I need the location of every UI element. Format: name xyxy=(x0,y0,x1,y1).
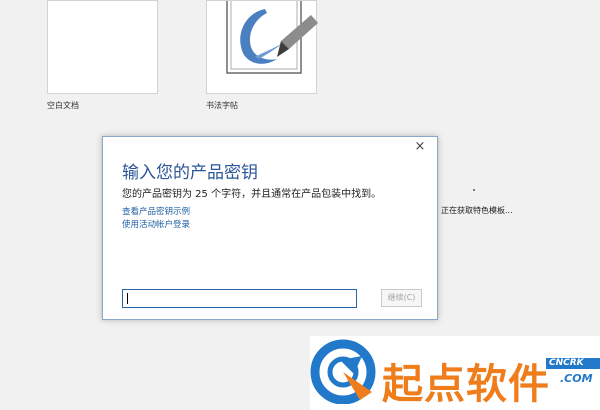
watermark-brand-bar: CNCRK xyxy=(546,358,600,369)
watermark-domain-suffix: .COM xyxy=(560,372,593,385)
watermark-brand-text: 起点软件 xyxy=(382,360,550,408)
dialog-description: 您的产品密钥为 25 个字符，并且通常在产品包装中找到。 xyxy=(122,189,382,200)
calligraphy-brush-icon xyxy=(226,1,318,74)
product-key-input[interactable] xyxy=(122,289,357,308)
template-calligraphy[interactable] xyxy=(206,0,318,94)
loading-status-text: 正在获取特色模板... xyxy=(441,206,513,215)
watermark: 起点软件 CNCRK .COM xyxy=(310,336,600,410)
close-button[interactable]: × xyxy=(413,140,427,154)
watermark-logo-icon xyxy=(310,339,376,404)
view-key-example-link[interactable]: 查看产品密钥示例 xyxy=(122,205,190,217)
dialog-title: 输入您的产品密钥 xyxy=(122,163,258,183)
sign-in-active-account-link[interactable]: 使用活动帐户登录 xyxy=(122,218,190,230)
text-caret xyxy=(127,293,128,304)
product-key-dialog: × 输入您的产品密钥 您的产品密钥为 25 个字符，并且通常在产品包装中找到。 … xyxy=(102,136,438,320)
template-blank-document[interactable] xyxy=(47,0,158,94)
loading-dot xyxy=(473,189,475,191)
template-calligraphy-label: 书法字帖 xyxy=(206,101,238,110)
continue-button[interactable]: 继续(C) xyxy=(381,289,422,307)
template-blank-document-label: 空白文档 xyxy=(47,101,79,110)
